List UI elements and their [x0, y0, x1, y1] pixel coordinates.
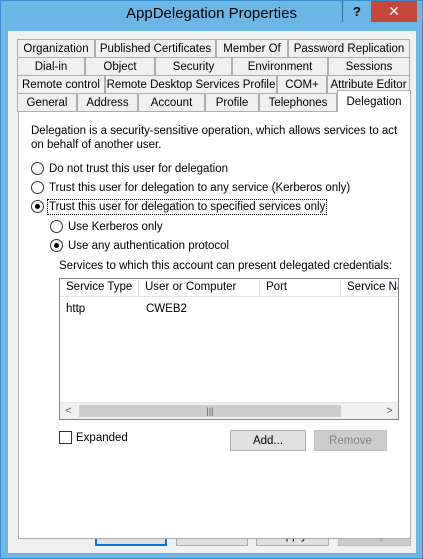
radio-kerberos-only[interactable]: Use Kerberos only [50, 220, 163, 233]
cell-user-or-computer: CWEB2 [146, 303, 187, 315]
expanded-label: Expanded [76, 431, 128, 444]
radio-no-trust-button[interactable] [31, 162, 44, 175]
cell-service-type: http [66, 303, 86, 315]
column-service-name[interactable]: Service Na [341, 279, 398, 297]
expanded-checkbox[interactable] [59, 431, 72, 444]
close-button[interactable]: ✕ [371, 1, 417, 22]
tab-com-plus[interactable]: COM+ [277, 75, 327, 94]
dialog-client: Organization Published Certificates Memb… [8, 31, 416, 553]
delegation-description: Delegation is a security-sensitive opera… [31, 125, 398, 151]
radio-trust-specified-label: Trust this user for delegation to specif… [46, 198, 328, 215]
properties-window: AppDelegation Properties ? ✕ Organizatio… [0, 0, 423, 559]
tab-sessions[interactable]: Sessions [328, 57, 410, 76]
tab-profile[interactable]: Profile [205, 93, 259, 112]
tab-environment[interactable]: Environment [232, 57, 328, 76]
tab-delegation[interactable]: Delegation [337, 90, 411, 112]
tab-dial-in[interactable]: Dial-in [17, 57, 85, 76]
scroll-right-icon[interactable]: > [381, 403, 398, 419]
title-help-button[interactable]: ? [342, 1, 371, 22]
services-list-label: Services to which this account can prese… [59, 260, 393, 272]
tab-password-replication[interactable]: Password Replication [288, 39, 410, 58]
expanded-checkbox-row[interactable]: Expanded [59, 431, 128, 444]
tab-object[interactable]: Object [85, 57, 155, 76]
radio-no-trust[interactable]: Do not trust this user for delegation [31, 162, 228, 175]
radio-any-protocol-label: Use any authentication protocol [68, 239, 230, 252]
scroll-left-icon[interactable]: < [60, 403, 77, 419]
radio-trust-specified-button[interactable] [31, 200, 44, 213]
close-icon: ✕ [388, 3, 400, 19]
scroll-thumb[interactable]: ||| [79, 405, 341, 417]
delegation-panel: Delegation is a security-sensitive opera… [18, 111, 411, 539]
tab-remote-desktop-services-profile[interactable]: Remote Desktop Services Profile [105, 75, 277, 94]
radio-any-protocol-button[interactable] [50, 239, 63, 252]
tab-remote-control[interactable]: Remote control [17, 75, 105, 94]
radio-kerberos-only-label: Use Kerberos only [68, 220, 163, 233]
remove-button[interactable]: Remove [314, 430, 387, 451]
radio-trust-any-label: Trust this user for delegation to any se… [49, 181, 351, 194]
tab-general[interactable]: General [17, 93, 77, 112]
column-user-or-computer[interactable]: User or Computer [139, 279, 260, 297]
tab-organization[interactable]: Organization [17, 39, 95, 58]
tab-security[interactable]: Security [155, 57, 232, 76]
radio-trust-specified[interactable]: Trust this user for delegation to specif… [31, 198, 328, 215]
tab-published-certificates[interactable]: Published Certificates [95, 39, 216, 58]
tab-telephones[interactable]: Telephones [259, 93, 337, 112]
radio-trust-any[interactable]: Trust this user for delegation to any se… [31, 181, 350, 194]
tab-address[interactable]: Address [77, 93, 138, 112]
column-port[interactable]: Port [260, 279, 341, 297]
radio-kerberos-only-button[interactable] [50, 220, 63, 233]
column-service-type[interactable]: Service Type [60, 279, 139, 297]
tab-member-of[interactable]: Member Of [216, 39, 288, 58]
services-listview[interactable]: Service Type User or Computer Port Servi… [59, 278, 399, 420]
radio-no-trust-label: Do not trust this user for delegation [49, 162, 228, 175]
tab-account[interactable]: Account [138, 93, 205, 112]
radio-any-protocol[interactable]: Use any authentication protocol [50, 239, 229, 252]
radio-trust-any-button[interactable] [31, 181, 44, 194]
services-list-header: Service Type User or Computer Port Servi… [60, 279, 398, 297]
add-button[interactable]: Add... [230, 430, 306, 451]
horizontal-scrollbar[interactable]: < ||| > [60, 402, 398, 419]
title-bar[interactable]: AppDelegation Properties ? ✕ [1, 1, 422, 31]
